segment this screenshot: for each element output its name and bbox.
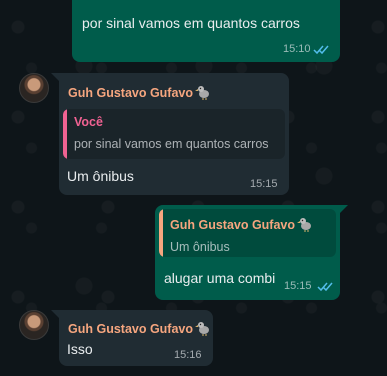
incoming-message[interactable]: Guh Gustavo Gufavo Você por sinal vamos …	[59, 73, 289, 195]
message-time: 15:10	[283, 43, 311, 55]
quote-text: Um ônibus	[170, 240, 230, 254]
incoming-message[interactable]: Guh Gustavo Gufavo Isso 15:16	[59, 310, 213, 366]
sender-name: Guh Gustavo Gufavo	[68, 84, 211, 100]
message-time: 15:15	[284, 280, 312, 292]
bubble-tail	[51, 310, 59, 318]
quote-author: Guh Gustavo Gufavo	[170, 216, 313, 232]
sender-name: Guh Gustavo Gufavo	[68, 320, 211, 336]
quote-author: Você	[74, 115, 103, 129]
bubble-tail	[51, 73, 59, 81]
quote-bar	[159, 209, 163, 257]
bubble-tail	[340, 205, 348, 213]
dodo-icon	[297, 218, 312, 232]
dodo-icon	[195, 322, 210, 336]
avatar[interactable]	[19, 73, 49, 103]
dodo-icon	[195, 86, 210, 100]
message-text: por sinal vamos em quantos carros	[82, 15, 300, 31]
message-text: Um ônibus	[67, 168, 134, 184]
double-check-icon	[313, 45, 329, 55]
avatar[interactable]	[19, 310, 49, 340]
message-text: Isso	[67, 341, 93, 357]
quoted-message[interactable]: Guh Gustavo Gufavo Um ônibus	[159, 209, 336, 257]
quoted-message[interactable]: Você por sinal vamos em quantos carros	[63, 109, 285, 159]
double-check-icon	[317, 282, 333, 292]
message-time: 15:15	[250, 178, 278, 190]
outgoing-message[interactable]: Guh Gustavo Gufavo Um ônibus alugar uma …	[155, 205, 340, 300]
message-text: alugar uma combi	[164, 270, 276, 286]
message-time: 15:16	[174, 349, 202, 361]
quote-text: por sinal vamos em quantos carros	[74, 137, 269, 151]
outgoing-message[interactable]: por sinal vamos em quantos carros 15:10	[72, 0, 340, 62]
quote-bar	[63, 109, 67, 159]
